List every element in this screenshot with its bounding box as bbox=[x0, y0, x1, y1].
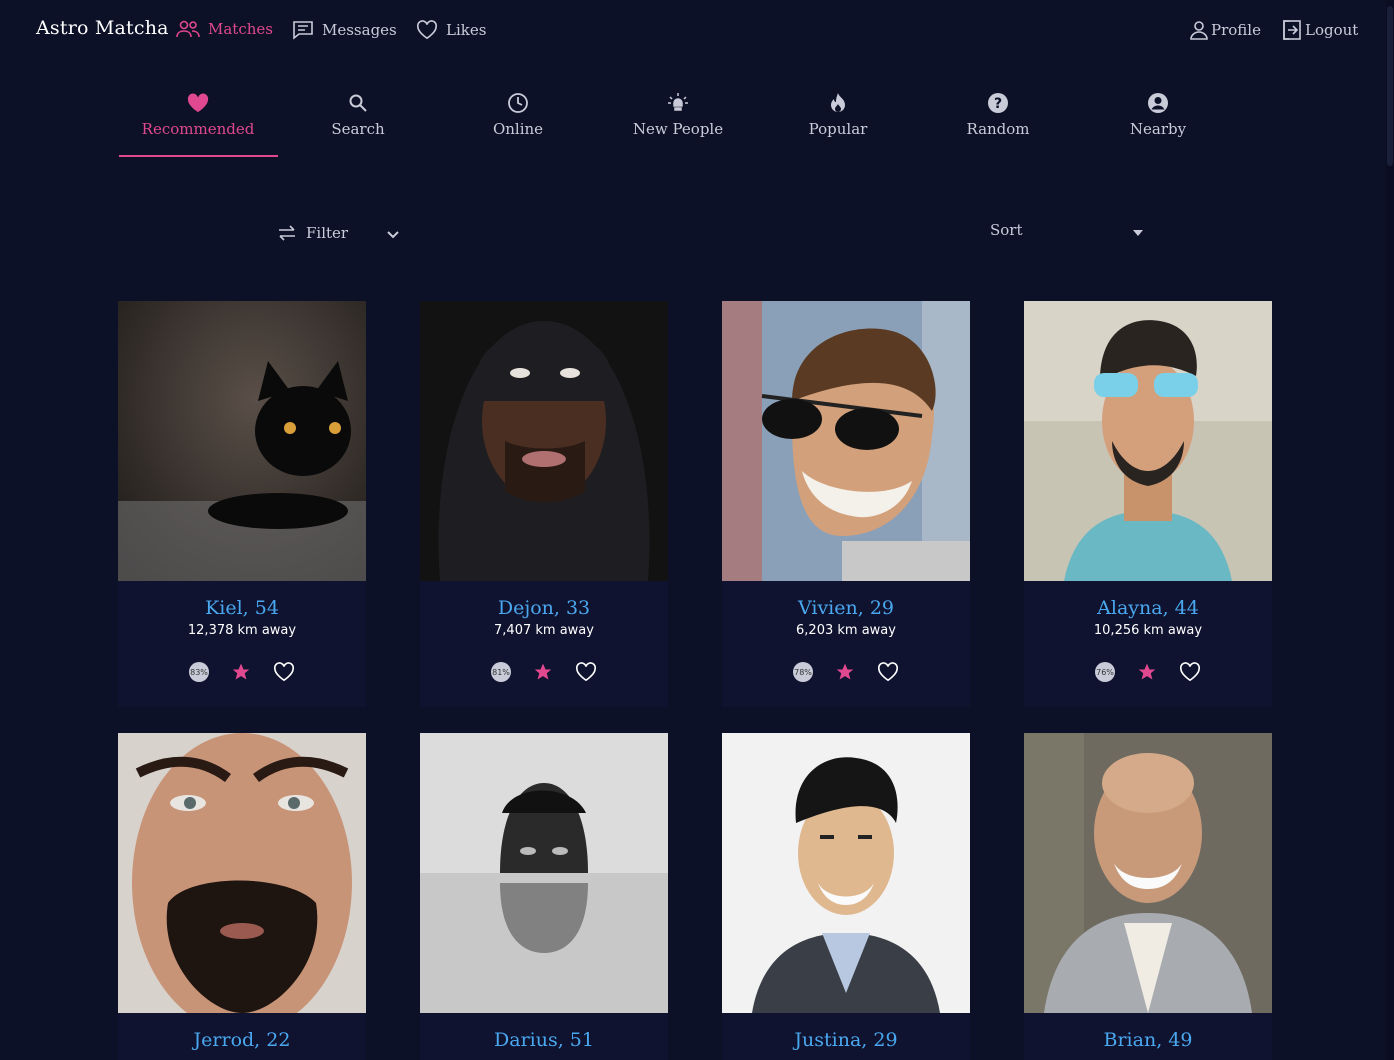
tab-recommended-label: Recommended bbox=[141, 120, 255, 138]
lightbulb-icon bbox=[668, 93, 688, 111]
question-icon: ? bbox=[988, 93, 1008, 113]
profile-distance: 12,378 km away bbox=[187, 623, 297, 638]
nav-matches-label: Matches bbox=[208, 20, 273, 38]
nav-logout-label: Logout bbox=[1305, 21, 1359, 39]
scrollbar-thumb[interactable] bbox=[1387, 6, 1393, 166]
match-score-badge: 78% bbox=[793, 662, 813, 682]
profile-photo[interactable] bbox=[1024, 733, 1272, 1013]
match-score-badge: 81% bbox=[491, 662, 511, 682]
page-scrollbar[interactable] bbox=[1386, 0, 1394, 1060]
swap-icon bbox=[279, 225, 295, 241]
brand-logo[interactable]: Astro Matcha bbox=[36, 17, 169, 39]
profile-card[interactable]: Vivien, 29 6,203 km away 78% bbox=[722, 301, 970, 707]
search-icon bbox=[349, 94, 367, 112]
profile-distance: 6,203 km away bbox=[796, 623, 896, 638]
nav-profile[interactable]: Profile bbox=[1190, 20, 1261, 40]
message-icon bbox=[293, 21, 313, 40]
like-heart-icon[interactable] bbox=[575, 662, 597, 682]
profile-photo[interactable] bbox=[722, 733, 970, 1013]
user-icon bbox=[1190, 21, 1208, 40]
tab-random[interactable]: ? Random bbox=[918, 88, 1078, 156]
nav-matches[interactable]: Matches bbox=[176, 20, 273, 38]
category-tabs: Recommended Search Online New People Pop… bbox=[118, 88, 1238, 158]
logout-icon bbox=[1283, 20, 1301, 40]
profile-distance: 10,256 km away bbox=[1093, 623, 1203, 638]
profile-name[interactable]: Brian, 49 bbox=[1024, 1029, 1272, 1051]
profile-distance: 7,407 km away bbox=[494, 623, 594, 638]
profile-name[interactable]: Jerrod, 22 bbox=[118, 1029, 366, 1051]
users-icon bbox=[176, 20, 200, 38]
profile-name[interactable]: Vivien, 29 bbox=[722, 597, 970, 619]
profile-card[interactable]: Kiel, 54 12,378 km away 83% bbox=[118, 301, 366, 707]
profile-name[interactable]: Darius, 51 bbox=[420, 1029, 668, 1051]
tab-nearby-label: Nearby bbox=[1129, 120, 1187, 138]
profile-card[interactable]: Jerrod, 22 bbox=[118, 733, 366, 1060]
heart-outline-icon bbox=[416, 20, 438, 40]
like-heart-icon[interactable] bbox=[877, 662, 899, 682]
star-icon[interactable] bbox=[533, 662, 553, 682]
nav-profile-label: Profile bbox=[1211, 21, 1261, 39]
match-score-badge: 76% bbox=[1095, 662, 1115, 682]
like-heart-icon[interactable] bbox=[273, 662, 295, 682]
profile-photo[interactable] bbox=[420, 733, 668, 1013]
tab-search[interactable]: Search bbox=[278, 88, 438, 156]
profile-card[interactable]: Dejon, 33 7,407 km away 81% bbox=[420, 301, 668, 707]
tab-popular-label: Popular bbox=[808, 120, 868, 138]
tab-online-label: Online bbox=[492, 120, 544, 138]
profile-name[interactable]: Justina, 29 bbox=[722, 1029, 970, 1051]
caret-down-icon bbox=[1133, 230, 1143, 236]
user-circle-icon bbox=[1148, 93, 1168, 113]
profile-photo[interactable] bbox=[118, 301, 366, 581]
chevron-down-icon bbox=[387, 231, 399, 239]
profile-name[interactable]: Kiel, 54 bbox=[118, 597, 366, 619]
filter-label: Filter bbox=[306, 224, 349, 242]
profile-card[interactable]: Alayna, 44 10,256 km away 76% bbox=[1024, 301, 1272, 707]
profile-photo[interactable] bbox=[118, 733, 366, 1013]
match-score-badge: 83% bbox=[189, 662, 209, 682]
profile-photo[interactable] bbox=[1024, 301, 1272, 581]
sort-dropdown[interactable]: Sort bbox=[990, 221, 1143, 239]
profile-name[interactable]: Dejon, 33 bbox=[420, 597, 668, 619]
fire-icon bbox=[831, 93, 845, 112]
profile-photo[interactable] bbox=[420, 301, 668, 581]
nav-messages[interactable]: Messages bbox=[292, 20, 397, 40]
clock-icon bbox=[508, 93, 528, 113]
profile-card[interactable]: Brian, 49 bbox=[1024, 733, 1272, 1060]
tab-popular[interactable]: Popular bbox=[758, 88, 918, 156]
heart-icon bbox=[187, 93, 209, 113]
nav-logout[interactable]: Logout bbox=[1282, 20, 1358, 40]
tab-new-people-label: New People bbox=[632, 120, 724, 138]
tab-new-people[interactable]: New People bbox=[598, 88, 758, 156]
tab-search-label: Search bbox=[331, 120, 385, 138]
star-icon[interactable] bbox=[835, 662, 855, 682]
profile-card[interactable]: Darius, 51 bbox=[420, 733, 668, 1060]
filter-dropdown[interactable]: Filter bbox=[278, 224, 400, 242]
top-navbar: Astro Matcha Matches Messages Likes Prof… bbox=[0, 0, 1394, 60]
profile-photo[interactable] bbox=[722, 301, 970, 581]
sort-label: Sort bbox=[990, 221, 1023, 239]
tab-nearby[interactable]: Nearby bbox=[1078, 88, 1238, 156]
nav-likes[interactable]: Likes bbox=[416, 20, 486, 40]
profile-card[interactable]: Justina, 29 bbox=[722, 733, 970, 1060]
nav-likes-label: Likes bbox=[446, 21, 487, 39]
tab-random-label: Random bbox=[966, 120, 1030, 138]
tab-recommended[interactable]: Recommended bbox=[118, 88, 278, 157]
profile-name[interactable]: Alayna, 44 bbox=[1024, 597, 1272, 619]
tab-online[interactable]: Online bbox=[438, 88, 598, 156]
svg-text:?: ? bbox=[994, 96, 1002, 112]
star-icon[interactable] bbox=[1137, 662, 1157, 682]
star-icon[interactable] bbox=[231, 662, 251, 682]
nav-messages-label: Messages bbox=[322, 21, 397, 39]
like-heart-icon[interactable] bbox=[1179, 662, 1201, 682]
